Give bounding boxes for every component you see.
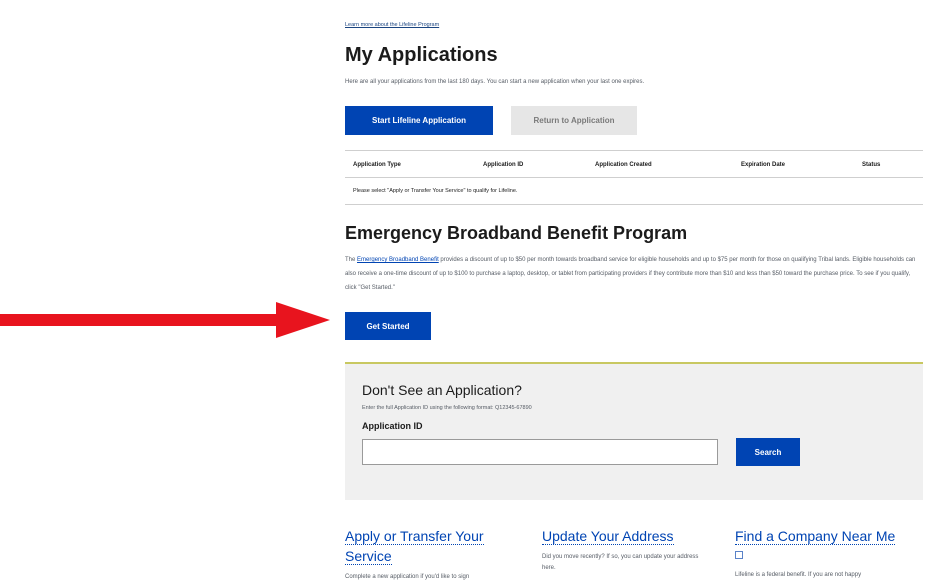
application-search-panel: Don't See an Application? Enter the full… [345, 364, 923, 500]
application-id-input[interactable] [362, 439, 718, 465]
find-company-text: Lifeline is a federal benefit. If you ar… [735, 572, 862, 578]
my-applications-title: My Applications [345, 44, 498, 66]
ebb-link[interactable]: Emergency Broadband Benefit [357, 257, 439, 263]
column-expiration-date: Expiration Date [741, 162, 786, 168]
column-application-id: Application ID [483, 162, 524, 168]
applications-table-header: Application Type Application ID Applicat… [345, 150, 923, 178]
search-panel-hint: Enter the full Application ID using the … [362, 405, 532, 411]
apply-transfer-card: Apply or Transfer Your Service Complete … [345, 526, 515, 583]
column-application-created: Application Created [595, 162, 652, 168]
search-button[interactable]: Search [736, 438, 800, 466]
external-link-icon[interactable] [735, 551, 743, 559]
update-address-card: Update Your Address Did you move recentl… [542, 526, 702, 574]
find-company-card: Find a Company Near Me Lifeline is a fed… [735, 526, 923, 581]
ebb-description: The Emergency Broadband Benefit provides… [345, 257, 916, 291]
return-to-application-button[interactable]: Return to Application [511, 106, 637, 135]
apply-transfer-text: Complete a new application if you'd like… [345, 574, 470, 580]
column-application-type: Application Type [353, 162, 401, 168]
start-lifeline-application-button[interactable]: Start Lifeline Application [345, 106, 493, 135]
empty-table-message: Please select "Apply or Transfer Your Se… [353, 188, 518, 194]
find-company-link[interactable]: Find a Company Near Me [735, 526, 923, 546]
table-row: Please select "Apply or Transfer Your Se… [345, 178, 923, 205]
lifeline-program-link[interactable]: Learn more about the Lifeline Program [345, 22, 439, 28]
search-panel-title: Don't See an Application? [362, 382, 522, 398]
apply-transfer-link[interactable]: Apply or Transfer Your Service [345, 526, 515, 566]
red-arrow-icon [0, 302, 330, 338]
ebb-title: Emergency Broadband Benefit Program [345, 223, 688, 243]
my-applications-subtitle: Here are all your applications from the … [345, 79, 645, 85]
application-id-label: Application ID [362, 421, 423, 431]
get-started-button[interactable]: Get Started [345, 312, 431, 340]
update-address-link[interactable]: Update Your Address [542, 526, 702, 546]
update-address-text: Did you move recently? If so, you can up… [542, 554, 699, 571]
column-status: Status [862, 162, 881, 168]
